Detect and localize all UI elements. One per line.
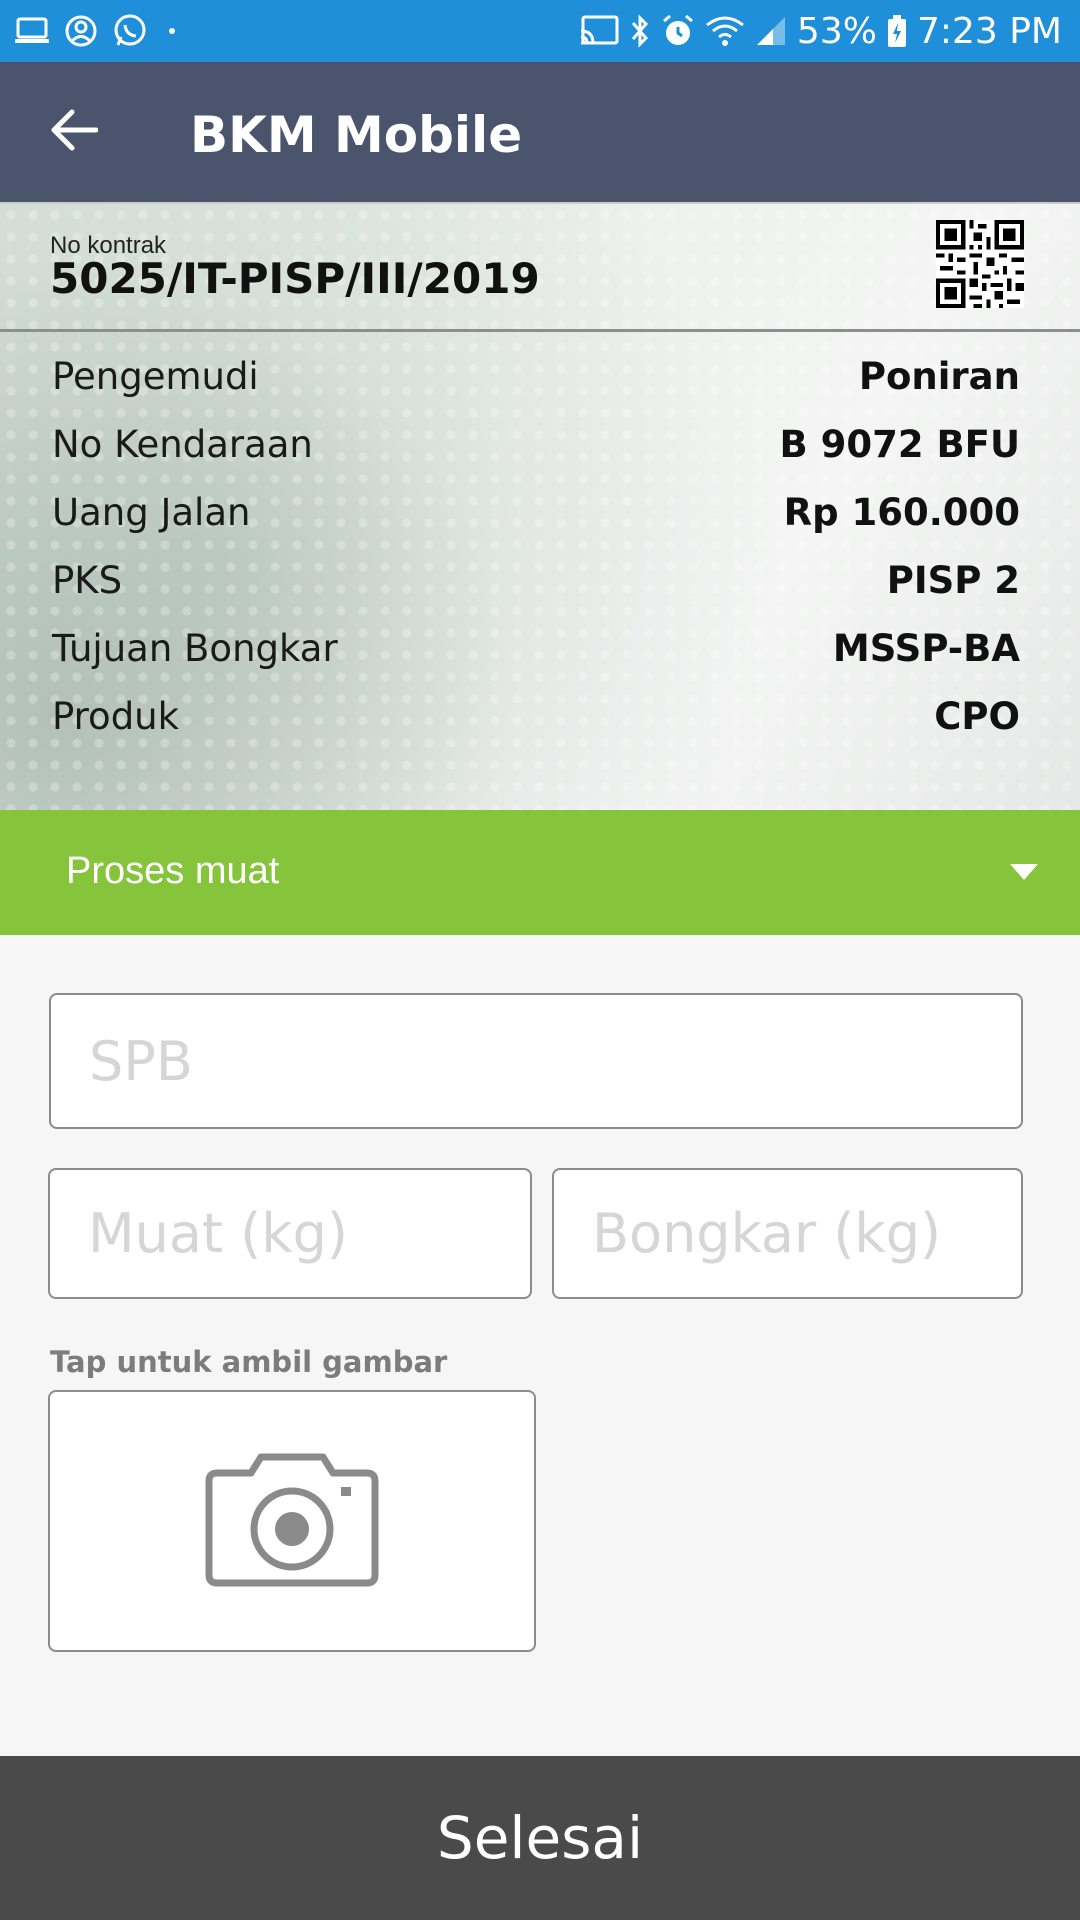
detail-row-travel-money: Uang Jalan Rp 160.000 [52, 482, 1020, 542]
status-bar: 53% 7:23 PM [0, 0, 1080, 62]
contract-info-card: No kontrak 5025/IT-PISP/III/2019 Pengemu… [0, 202, 1080, 810]
detail-row-driver: Pengemudi Poniran [52, 346, 1020, 406]
account-circle-icon [64, 14, 98, 48]
contract-header: No kontrak 5025/IT-PISP/III/2019 [0, 204, 1080, 332]
detail-value: MSSP-BA [832, 626, 1020, 670]
cast-icon [579, 15, 619, 47]
finish-button[interactable]: Selesai [0, 1756, 1080, 1920]
battery-percent: 53% [796, 10, 877, 52]
detail-label: PKS [52, 558, 123, 602]
detail-value: B 9072 BFU [779, 422, 1020, 466]
detail-label: Pengemudi [52, 354, 259, 398]
bluetooth-icon [629, 14, 651, 48]
clock: 7:23 PM [916, 10, 1062, 52]
bongkar-kg-input[interactable] [554, 1170, 1021, 1297]
bongkar-field-box [552, 1168, 1023, 1299]
screen: 53% 7:23 PM BKM Mobile No kontrak 5025/I… [0, 0, 1080, 1920]
process-dropdown[interactable]: Proses muat [0, 810, 1080, 935]
laptop-icon [14, 16, 50, 46]
detail-row-product: Produk CPO [52, 686, 1020, 746]
detail-row-pks: PKS PISP 2 [52, 550, 1020, 610]
photo-caption: Tap untuk ambil gambar [50, 1345, 448, 1379]
camera-icon [205, 1453, 379, 1587]
app-title: BKM Mobile [190, 106, 523, 164]
detail-label: Tujuan Bongkar [52, 626, 338, 670]
detail-value: Poniran [858, 354, 1020, 398]
detail-label: Uang Jalan [52, 490, 251, 534]
muat-kg-input[interactable] [50, 1170, 530, 1297]
caret-down-icon [1010, 864, 1038, 880]
detail-row-vehicle: No Kendaraan B 9072 BFU [52, 414, 1020, 474]
detail-label: Produk [52, 694, 180, 738]
take-photo-button[interactable] [48, 1390, 536, 1652]
muat-field-box [48, 1168, 532, 1299]
loading-form: Tap untuk ambil gambar [0, 935, 1080, 1755]
dot-icon [162, 21, 182, 41]
whatsapp-icon [112, 13, 148, 49]
signal-icon [755, 15, 787, 47]
detail-row-destination: Tujuan Bongkar MSSP-BA [52, 618, 1020, 678]
spb-input[interactable] [51, 995, 1021, 1127]
qr-code-icon[interactable] [936, 220, 1024, 308]
contract-number: 5025/IT-PISP/III/2019 [50, 254, 540, 303]
detail-value: PISP 2 [886, 558, 1020, 602]
spb-field-box [49, 993, 1023, 1129]
battery-icon [887, 14, 907, 48]
dropdown-selected-value: Proses muat [66, 850, 280, 892]
back-button[interactable] [38, 94, 110, 166]
detail-label: No Kendaraan [52, 422, 313, 466]
detail-value: Rp 160.000 [783, 490, 1020, 534]
arrow-left-icon [51, 109, 98, 151]
detail-value: CPO [934, 694, 1020, 738]
wifi-icon [705, 15, 745, 47]
alarm-icon [661, 14, 695, 48]
app-bar: BKM Mobile [0, 62, 1080, 202]
